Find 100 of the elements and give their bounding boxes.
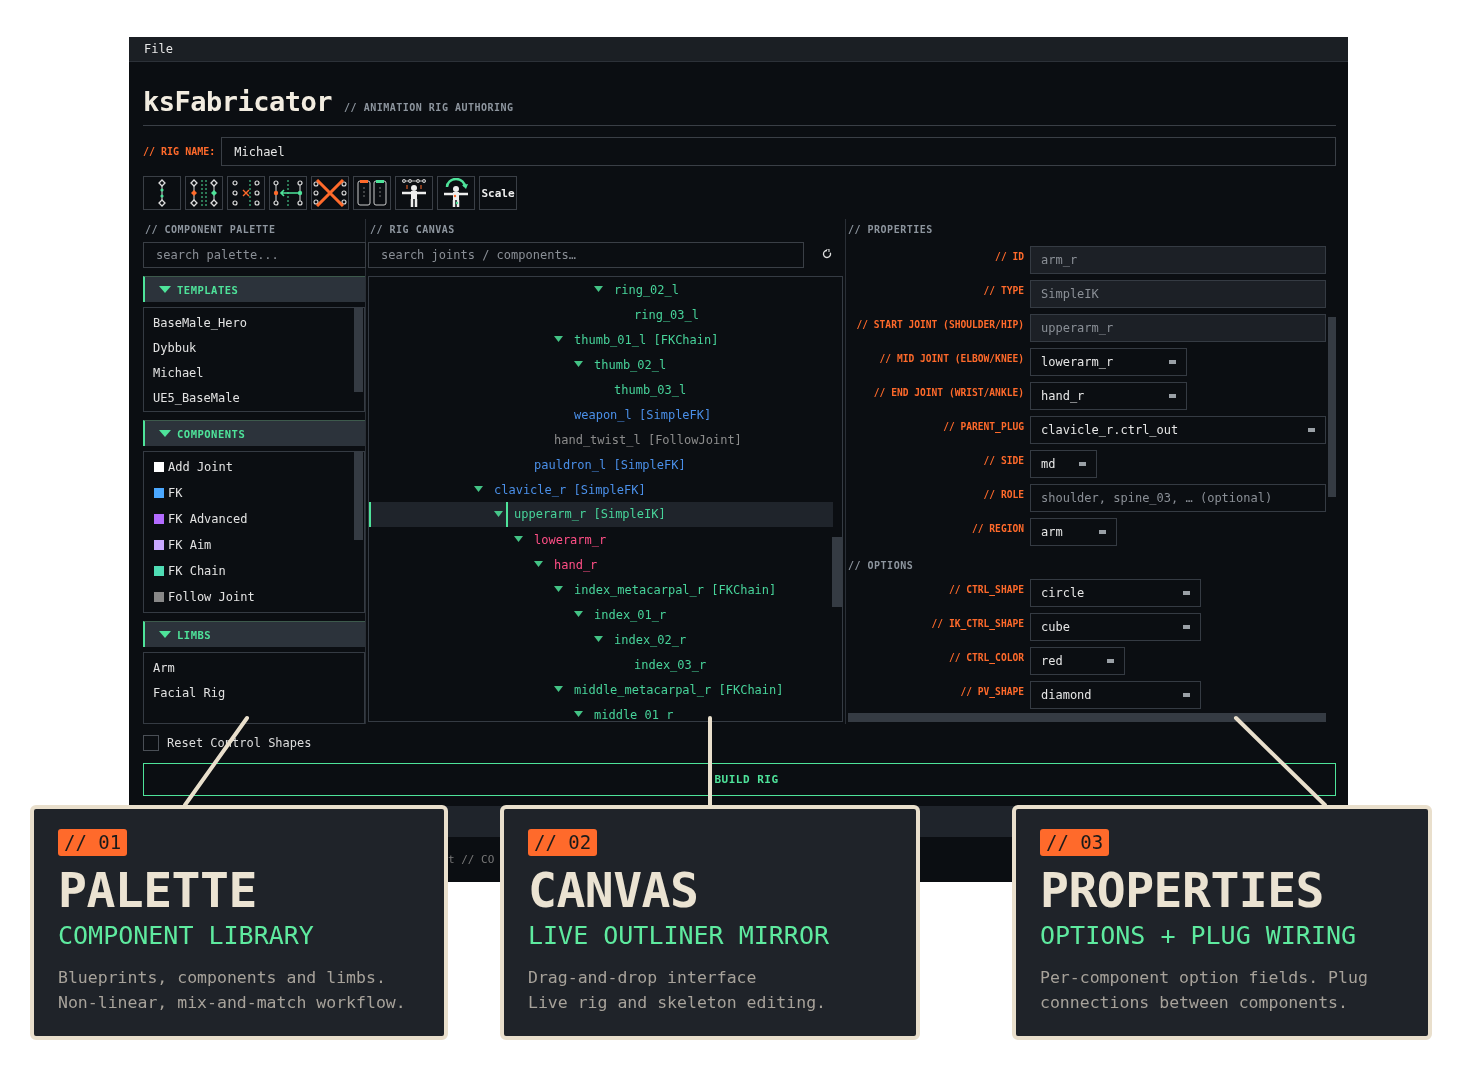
tree-row[interactable]: lowerarm_r [369, 527, 833, 552]
palette-item[interactable]: FK Aim [144, 532, 364, 558]
palette-item[interactable]: UE5_BaseMale [144, 385, 364, 410]
tool-button[interactable] [227, 176, 265, 210]
tree-row[interactable]: upperarm_r [SimpleIK] [369, 502, 833, 527]
callout-badge: // 02 [528, 829, 598, 856]
tool-button[interactable] [269, 176, 307, 210]
tree-row[interactable]: index_02_r [369, 627, 833, 652]
search-field[interactable]: search joints / components… [368, 242, 804, 268]
callout-description: Drag-and-drop interface Live rig and skeleton editing. [528, 967, 827, 1014]
tool-button[interactable] [311, 176, 349, 210]
tool-button[interactable] [353, 176, 391, 210]
collapse-icon[interactable] [513, 536, 523, 543]
tree-row[interactable]: weapon_l [SimpleFK] [369, 402, 833, 427]
scrollbar[interactable] [354, 452, 363, 540]
tree-row[interactable]: thumb_02_l [369, 352, 833, 377]
collapse-icon[interactable] [473, 486, 483, 493]
collapse-icon[interactable] [573, 611, 583, 618]
palette-item[interactable]: FK [144, 480, 364, 506]
dropdown[interactable]: hand_r [1030, 382, 1187, 410]
scale-button[interactable]: Scale [479, 176, 517, 210]
tree-row[interactable]: index_01_r [369, 602, 833, 627]
tree-row[interactable]: pauldron_l [SimpleFK] [369, 452, 833, 477]
collapse-icon[interactable] [593, 636, 603, 643]
field-label: // CTRL_SHAPE [947, 583, 1024, 595]
readonly-field: SimpleIK [1030, 280, 1326, 308]
checkbox[interactable] [143, 735, 159, 751]
tree-label: hand_twist_l [FollowJoint] [554, 432, 742, 447]
input-field[interactable]: shoulder, spine_03, … (optional) [1030, 484, 1326, 512]
tool-button[interactable] [437, 176, 475, 210]
collapse-icon[interactable] [493, 511, 503, 518]
tree-label: index_02_r [614, 632, 687, 647]
dropdown[interactable]: lowerarm_r [1030, 348, 1187, 376]
palette-item[interactable]: Michael [144, 360, 364, 385]
dropdown[interactable]: md [1030, 450, 1097, 478]
palette-item[interactable]: Facial Rig [144, 680, 364, 705]
collapse-icon[interactable] [553, 586, 563, 593]
tree-row[interactable]: ring_03_l [369, 302, 833, 327]
tree-row[interactable]: hand_r [369, 552, 833, 577]
tree-row[interactable]: ring_02_l [369, 277, 833, 302]
tree-row[interactable]: index_03_r [369, 652, 833, 677]
build-rig-button[interactable]: BUILD RIG [143, 763, 1336, 796]
tool-button[interactable] [143, 176, 181, 210]
tree-row[interactable]: thumb_01_l [FKChain] [369, 327, 833, 352]
collapse-icon[interactable] [553, 686, 563, 693]
tree-label: upperarm_r [SimpleIK] [506, 502, 666, 527]
palette-item[interactable]: FK Chain [144, 558, 364, 584]
collapse-icon[interactable] [573, 361, 583, 368]
dropdown[interactable]: diamond [1030, 681, 1201, 709]
palette-item[interactable]: Arm [144, 655, 364, 680]
scrollbar[interactable] [354, 308, 363, 392]
scrollbar[interactable] [1328, 317, 1336, 497]
callout-subtitle: COMPONENT LIBRARY [58, 921, 315, 951]
tree-row[interactable]: clavicle_r [SimpleFK] [369, 477, 833, 502]
panel-heading: // RIG CANVAS [369, 222, 456, 237]
tree-row[interactable]: thumb_03_l [369, 377, 833, 402]
section-header[interactable]: LIMBS [143, 621, 365, 647]
collapse-icon[interactable] [593, 286, 603, 293]
tree-row[interactable]: middle_metacarpal_r [FKChain] [369, 677, 833, 702]
menu-item[interactable]: File [144, 42, 173, 56]
field-label: // IK_CTRL_SHAPE [930, 617, 1024, 629]
tree-row[interactable]: middle_01_r [369, 702, 833, 721]
palette-item[interactable]: Dybbuk [144, 335, 364, 360]
rig-name-label: // RIG NAME: [143, 146, 216, 157]
callout-title: CANVAS [528, 865, 700, 915]
tree-label: thumb_02_l [594, 357, 667, 372]
tree-label: thumb_03_l [614, 382, 687, 397]
tree-label: index_metacarpal_r [FKChain] [574, 582, 777, 597]
dropdown[interactable]: circle [1030, 579, 1201, 607]
palette-item[interactable]: BaseMale_Hero [144, 310, 364, 335]
refresh-icon[interactable] [822, 249, 832, 259]
callout-subtitle: OPTIONS + PLUG WIRING [1040, 921, 1358, 951]
tree-row[interactable]: hand_twist_l [FollowJoint] [369, 427, 833, 452]
palette-item[interactable]: Follow Joint [144, 584, 364, 610]
field-label: // PARENT_PLUG [942, 420, 1024, 432]
palette-item[interactable]: Add Joint [144, 454, 364, 480]
tool-button[interactable] [395, 176, 433, 210]
dropdown[interactable]: arm [1030, 518, 1117, 546]
dropdown[interactable]: clavicle_r.ctrl_out [1030, 416, 1326, 444]
scrollbar[interactable] [832, 537, 842, 607]
dash-icon [1107, 659, 1114, 663]
dash-icon [1169, 394, 1176, 398]
search-field[interactable]: search palette... [143, 242, 366, 268]
field-label: // SIDE [982, 454, 1024, 466]
scrollbar[interactable] [848, 713, 1326, 722]
panel-heading: // COMPONENT PALETTE [144, 222, 277, 237]
collapse-icon[interactable] [553, 336, 563, 343]
collapse-icon[interactable] [533, 561, 543, 568]
section-header[interactable]: COMPONENTS [143, 420, 365, 446]
section-header[interactable]: TEMPLATES [143, 276, 365, 302]
callout-badge: // 01 [58, 829, 128, 856]
dropdown[interactable]: red [1030, 647, 1125, 675]
tree-row[interactable]: index_metacarpal_r [FKChain] [369, 577, 833, 602]
collapse-icon[interactable] [573, 711, 583, 718]
rig-name-field[interactable]: Michael [221, 137, 1336, 166]
readonly-field: upperarm_r [1030, 314, 1326, 342]
tool-button[interactable] [185, 176, 223, 210]
palette-item[interactable]: FK Advanced [144, 506, 364, 532]
panel-heading: // PROPERTIES [848, 222, 934, 237]
dropdown[interactable]: cube [1030, 613, 1201, 641]
